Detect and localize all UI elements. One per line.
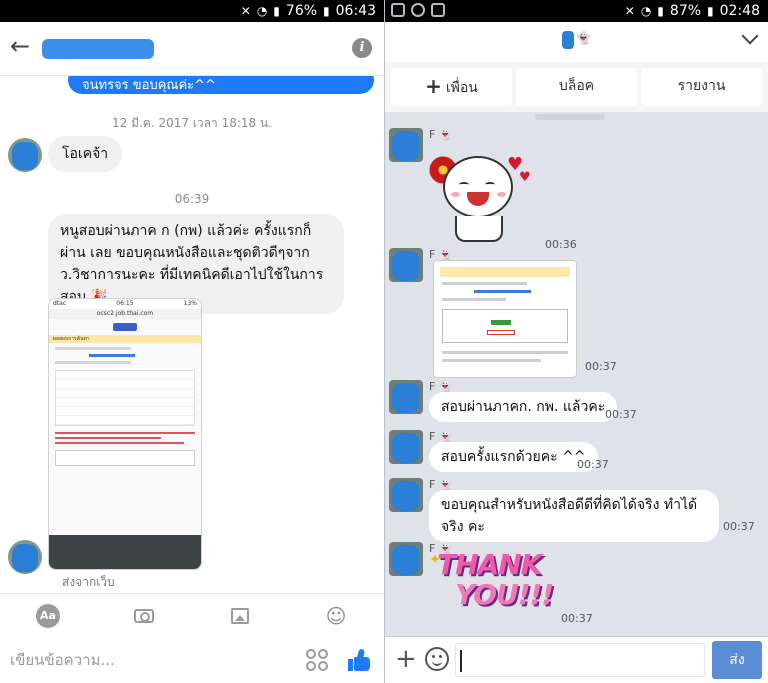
timestamp: 06:39 xyxy=(174,192,210,206)
status-bar: ✕ ◔ ▮ 87% ▮ 02:48 xyxy=(385,0,768,22)
plus-icon: + xyxy=(425,74,442,98)
battery-icon: ▮ xyxy=(323,4,330,18)
sent-message: จนทรจร ขอบคุณค่ะ^^ xyxy=(68,76,374,94)
like-icon[interactable] xyxy=(348,648,372,671)
contact-name-redacted[interactable] xyxy=(42,39,154,59)
battery-percent: 87% xyxy=(669,3,702,19)
avatar[interactable] xyxy=(389,542,423,576)
message-list[interactable]: F 👻 ♥ ♥ 00:36 F 👻 00:37 F 👻 สอบผ่านภาคก.… xyxy=(385,112,768,636)
thumb-table xyxy=(55,370,195,426)
clock: 06:43 xyxy=(335,3,376,19)
mute-icon: ✕ xyxy=(240,4,251,18)
plus-icon[interactable]: + xyxy=(395,645,417,673)
chat-header: 👻 xyxy=(385,22,768,62)
mute-icon: ✕ xyxy=(624,4,635,18)
sticker-text: THANK xyxy=(437,548,542,581)
line-notif-icon xyxy=(411,3,425,17)
line-panel: ✕ ◔ ▮ 87% ▮ 02:48 👻 + เพื่อน บล็อค รายงาน… xyxy=(384,0,768,683)
status-bar: ✕ ◔ ▮ 76% ▮ 06:43 xyxy=(0,0,384,22)
compose-bar: เขียนข้อความ... xyxy=(0,637,384,683)
message-list[interactable]: จนทรจร ขอบคุณค่ะ^^ 12 มี.ค. 2017 เวลา 18… xyxy=(0,76,384,591)
stranger-actions: + เพื่อน บล็อค รายงาน xyxy=(385,62,768,112)
gallery-notif-icon xyxy=(391,3,405,17)
back-arrow-icon[interactable]: ← xyxy=(10,34,30,58)
battery-icon: ▮ xyxy=(707,4,714,18)
ghost-emoji-icon: 👻 xyxy=(576,31,591,45)
thank-you-sticker[interactable]: ✦ ✦ THANK YOU!!! xyxy=(429,548,554,618)
block-button[interactable]: บล็อค xyxy=(516,68,637,106)
conversation-header: ← i xyxy=(0,22,384,76)
add-friend-button[interactable]: + เพื่อน xyxy=(391,68,512,106)
info-icon[interactable]: i xyxy=(352,38,372,58)
image-icon xyxy=(231,607,249,624)
thumb-url: ocsc2.job.thai.com xyxy=(49,309,201,319)
report-button[interactable]: รายงาน xyxy=(641,68,762,106)
avatar[interactable] xyxy=(8,540,42,574)
thumb-box xyxy=(55,450,195,466)
thumb-button xyxy=(113,323,137,331)
message-input[interactable]: เขียนข้อความ... xyxy=(10,648,306,672)
wifi-icon: ◔ xyxy=(256,4,268,18)
sticker-text: YOU!!! xyxy=(455,578,554,611)
text-format-icon: Aa xyxy=(36,603,60,628)
smiley-icon: ☺ xyxy=(325,603,347,628)
attachment-caption: ส่งจากเว็บ xyxy=(62,575,115,589)
text-format-button[interactable]: Aa xyxy=(36,603,60,628)
message-time: 00:37 xyxy=(561,612,593,625)
avatar[interactable] xyxy=(8,138,42,172)
received-message: โอเคจ้า xyxy=(48,136,123,172)
thumb-footer xyxy=(49,535,201,569)
camera-icon xyxy=(134,608,154,623)
thumb-status-bar: dtac 06:15 13% xyxy=(49,299,201,309)
send-button[interactable]: ส่ง xyxy=(712,641,762,679)
emoji-button[interactable]: ☺ xyxy=(324,604,348,628)
camera-button[interactable] xyxy=(132,604,156,628)
contact-name-redacted[interactable] xyxy=(562,31,574,49)
clock: 02:48 xyxy=(719,3,760,19)
compose-toolbar: Aa ☺ xyxy=(0,593,384,637)
signal-icon: ▮ xyxy=(657,4,664,18)
image-attachment[interactable]: dtac 06:15 13% ocsc2.job.thai.com ผลสอบก… xyxy=(48,298,202,570)
emoji-icon[interactable] xyxy=(425,647,449,671)
compose-bar: + ส่ง xyxy=(385,636,768,683)
thumb-banner: ผลสอบการค้นหา xyxy=(49,335,201,343)
messenger-panel: ✕ ◔ ▮ 76% ▮ 06:43 ← i จนทรจร ขอบคุณค่ะ^^… xyxy=(0,0,384,683)
sticker-icon[interactable] xyxy=(306,649,328,671)
message-row: F 👻 ✦ ✦ THANK YOU!!! 00:37 xyxy=(385,112,768,636)
youtube-notif-icon xyxy=(431,3,445,17)
signal-icon: ▮ xyxy=(273,4,280,18)
message-input[interactable] xyxy=(455,643,705,677)
battery-percent: 76% xyxy=(285,3,318,19)
wifi-icon: ◔ xyxy=(640,4,652,18)
timestamp: 12 มี.ค. 2017 เวลา 18:18 น. xyxy=(112,116,272,130)
gallery-button[interactable] xyxy=(228,604,252,628)
chevron-down-icon[interactable] xyxy=(741,27,759,45)
